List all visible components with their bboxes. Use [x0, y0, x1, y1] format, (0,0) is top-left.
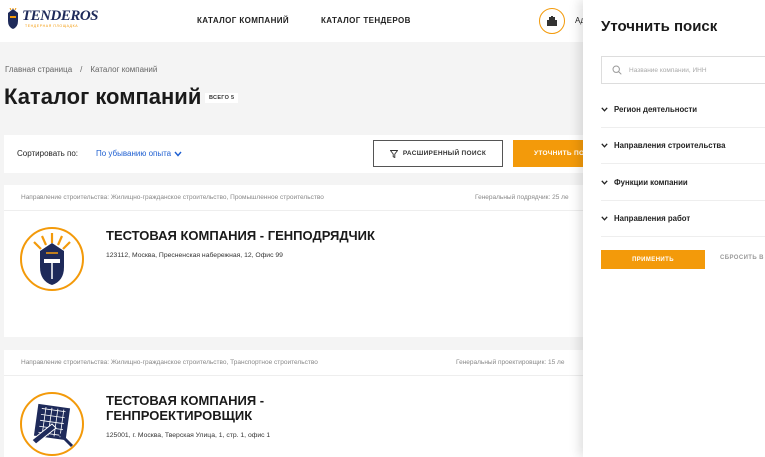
search-icon	[612, 65, 622, 75]
refine-search-label: УТОЧНИТЬ ПО	[534, 150, 585, 157]
total-count-badge: ВСЕГО 5	[205, 93, 239, 103]
chevron-down-icon	[601, 107, 608, 112]
company-name[interactable]: ТЕСТОВАЯ КОМПАНИЯ - ГЕНПОДРЯДЧИК	[106, 228, 375, 243]
blueprint-ruler-icon	[31, 403, 74, 448]
advanced-search-button[interactable]: РАСШИРЕННЫЙ ПОИСК	[373, 140, 503, 167]
apply-button[interactable]: ПРИМЕНИТЬ	[601, 250, 705, 269]
company-card[interactable]: Направление строительства: Жилищно-гражд…	[4, 185, 604, 337]
card-meta-row: Направление строительства: Жилищно-гражд…	[4, 185, 604, 211]
sort-label: Сортировать по:	[17, 149, 79, 158]
knight-helmet-icon	[33, 233, 71, 285]
company-search-input[interactable]	[629, 66, 759, 74]
filter-label: Функции компании	[614, 178, 688, 187]
chevron-down-icon	[601, 180, 608, 185]
tenderos-logo[interactable]: TENDEROS ТЕНДЕРНАЯ ПЛОЩАДКА	[6, 8, 99, 30]
filter-label: Направления строительства	[614, 141, 726, 150]
refine-search-panel: Уточнить поиск Регион деятельности Напра…	[583, 0, 765, 457]
filter-label: Регион деятельности	[614, 105, 698, 114]
company-logo	[20, 227, 84, 291]
company-address: 125001, г. Москва, Тверская Улица, 1, ст…	[106, 432, 271, 439]
filter-region[interactable]: Регион деятельности	[601, 92, 765, 128]
nav-company-catalog[interactable]: КАТАЛОГ КОМПАНИЙ	[197, 16, 289, 25]
breadcrumb-current: Каталог компаний	[90, 65, 158, 74]
breadcrumb: Главная страница / Каталог компаний	[5, 65, 157, 74]
chevron-down-icon	[174, 151, 182, 157]
advanced-search-label: РАСШИРЕННЫЙ ПОИСК	[402, 150, 487, 157]
page-title: Каталог компаний	[4, 84, 202, 109]
reset-button[interactable]: СБРОСИТЬ В	[720, 255, 764, 261]
chevron-down-icon	[601, 216, 608, 221]
company-direction: Направление строительства: Жилищно-гражд…	[21, 194, 324, 201]
chevron-down-icon	[601, 143, 608, 148]
nav-tender-catalog[interactable]: КАТАЛОГ ТЕНДЕРОВ	[321, 16, 411, 25]
company-direction: Направление строительства: Жилищно-гражд…	[21, 359, 318, 366]
sort-bar: Сортировать по: По убыванию опыта РАСШИР…	[4, 135, 604, 173]
logo-subtitle: ТЕНДЕРНАЯ ПЛОЩАДКА	[25, 24, 79, 28]
company-name[interactable]: ТЕСТОВАЯ КОМПАНИЯ - ГЕНПРОЕКТИРОВЩИК	[106, 393, 336, 423]
sort-value: По убыванию опыта	[96, 149, 172, 158]
company-card[interactable]: Направление строительства: Жилищно-гражд…	[4, 350, 604, 457]
helmet-logo-icon	[8, 8, 18, 29]
filter-work-directions[interactable]: Направления работ	[601, 201, 765, 237]
filter-company-functions[interactable]: Функции компании	[601, 165, 765, 201]
card-meta-row: Направление строительства: Жилищно-гражд…	[4, 350, 604, 376]
panel-search-box[interactable]	[601, 56, 765, 84]
user-avatar[interactable]	[539, 8, 565, 34]
filter-icon	[389, 149, 398, 158]
breadcrumb-separator: /	[80, 65, 83, 74]
building-icon	[547, 16, 557, 26]
sort-select[interactable]: По убыванию опыта	[96, 149, 182, 158]
filter-construction-direction[interactable]: Направления строительства	[601, 128, 765, 164]
panel-title: Уточнить поиск	[601, 18, 718, 35]
breadcrumb-home[interactable]: Главная страница	[5, 65, 72, 74]
company-logo	[20, 392, 84, 456]
company-role: Генеральный подрядчик: 25 ле	[475, 194, 569, 201]
logo-word: TENDEROS	[22, 8, 99, 24]
company-address: 123112, Москва, Пресненская набережная, …	[106, 252, 283, 259]
filter-label: Направления работ	[614, 214, 691, 223]
company-role: Генеральный проектировщик: 15 ле	[456, 359, 565, 366]
